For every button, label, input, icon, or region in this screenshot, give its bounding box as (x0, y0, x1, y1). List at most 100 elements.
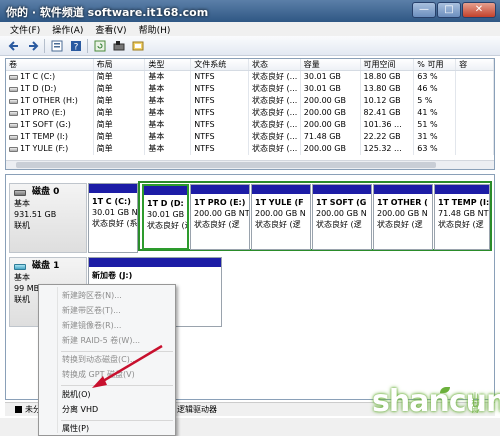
volume-cell: 13.80 GB (361, 83, 415, 95)
volume-cell (456, 83, 494, 95)
hard-disk-icon (14, 189, 26, 196)
volume-cell-text: 30.01 GB (303, 72, 341, 81)
horizontal-scrollbar[interactable] (6, 160, 494, 169)
refresh-icon[interactable] (92, 38, 107, 53)
disk-1-name: 磁盘 1 (14, 261, 82, 272)
partition-state: 状态良好 (逻 (255, 220, 301, 229)
menu-new-spanned-volume[interactable]: 新建跨区卷(N)... (62, 289, 122, 303)
volume-cell: 简单 (94, 143, 146, 155)
menu-properties[interactable]: 属性(P) (62, 422, 89, 436)
menu-action[interactable]: 操作(A) (46, 22, 89, 36)
partition-color-bar (435, 185, 489, 194)
scrollbar-thumb[interactable] (16, 162, 436, 168)
column-header-more[interactable]: 容 (456, 59, 494, 70)
menu-convert-gpt[interactable]: 转换成 GPT 磁盘(V) (62, 368, 135, 382)
volume-list[interactable]: 卷 布局 类型 文件系统 状态 容量 可用空间 % 可用 容 1T C (C:)… (5, 58, 495, 170)
column-header-type[interactable]: 类型 (145, 59, 192, 70)
volume-row[interactable]: 1T C (C:) 简单 基本 NTFS 状态良好 (... 30.01 GB 18.80 … (6, 71, 494, 83)
volume-cell-text: 1T C (C:) (20, 72, 56, 81)
volume-cell: 51 % (414, 119, 457, 131)
volume-cell-text: 41 % (417, 108, 438, 117)
partition-g[interactable]: 1T SOFT (G 200.00 GB N 状态良好 (逻 (312, 184, 372, 250)
partition-name: 1T PRO (E:) (194, 198, 246, 207)
disk-0-label[interactable]: 磁盘 0 基本 931.51 GB 联机 (9, 183, 87, 253)
partition-name: 1T OTHER ( (377, 198, 428, 207)
help-icon[interactable]: ? (68, 38, 83, 53)
volume-cell-text: 1T SOFT (G:) (20, 120, 71, 129)
menu-help[interactable]: 帮助(H) (133, 22, 177, 36)
volume-cell: 200.00 GB (301, 143, 361, 155)
volume-row[interactable]: 1T YULE (F:) 简单 基本 NTFS 状态良好 (... 200.00 GB 12… (6, 143, 494, 155)
volume-cell-text: 46 % (417, 84, 438, 93)
partition-h[interactable]: 1T OTHER ( 200.00 GB N 状态良好 (逻 (373, 184, 433, 250)
volume-cell: 基本 (145, 83, 192, 95)
column-header-free-space[interactable]: 可用空间 (361, 59, 415, 70)
volume-row[interactable]: 1T TEMP (I:) 简单 基本 NTFS 状态良好 (... 71.48 GB 22.… (6, 131, 494, 143)
partition-name: 1T TEMP (I: (438, 198, 490, 207)
volume-cell-text: 状态良好 (... (251, 96, 298, 105)
volume-cell: 状态良好 (... (249, 95, 301, 107)
volume-cell-text: 30.01 GB (303, 84, 341, 93)
volume-cell-text: 13.80 GB (363, 84, 401, 93)
column-header-status[interactable]: 状态 (249, 59, 301, 70)
volume-cell: 22.22 GB (361, 131, 415, 143)
volume-cell-text: 200.00 GB (303, 96, 346, 105)
column-header-layout[interactable]: 布局 (94, 59, 146, 70)
context-menu: 新建跨区卷(N)... 新建带区卷(T)... 新建镜像卷(R)... 新建 R… (38, 284, 176, 436)
volume-cell-text: 状态良好 (... (251, 144, 298, 153)
volume-cell-text: 基本 (148, 132, 165, 141)
menu-convert-dynamic[interactable]: 转换到动态磁盘(C)... (62, 353, 137, 367)
partition-f[interactable]: 1T YULE (F 200.00 GB N 状态良好 (逻 (251, 184, 311, 250)
partition-e[interactable]: 1T PRO (E:) 200.00 GB NT 状态良好 (逻 (190, 184, 250, 250)
volume-drive-icon (9, 110, 18, 116)
volume-cell-text: 200.00 GB (303, 120, 346, 129)
export-icon[interactable] (130, 38, 145, 53)
maximize-button[interactable]: □ (437, 2, 461, 18)
menu-file[interactable]: 文件(F) (4, 22, 46, 36)
volume-row[interactable]: 1T OTHER (H:) 简单 基本 NTFS 状态良好 (... 200.00 GB 1… (6, 95, 494, 107)
partition-name: 新加卷 (J:) (92, 271, 133, 280)
partition-size: 200.00 GB N (255, 209, 306, 218)
volume-cell: 1T OTHER (H:) (6, 95, 94, 107)
disk-1-title: 磁盘 1 (32, 261, 60, 271)
toolbar-divider (87, 38, 88, 53)
volume-cell: 基本 (145, 107, 192, 119)
volume-row[interactable]: 1T D (D:) 简单 基本 NTFS 状态良好 (... 30.01 GB 13.80 … (6, 83, 494, 95)
connect-disk-icon[interactable] (111, 38, 126, 53)
volume-cell-text: 基本 (148, 144, 165, 153)
close-button[interactable]: ✕ (462, 2, 496, 18)
column-header-filesystem[interactable]: 文件系统 (191, 59, 249, 70)
minimize-button[interactable]: — (412, 2, 436, 18)
volume-cell-text: 基本 (148, 96, 165, 105)
menu-new-raid5-volume[interactable]: 新建 RAID-5 卷(W)... (62, 334, 140, 348)
partition-c[interactable]: 1T C (C:) 30.01 GB NT 状态良好 (系 (88, 183, 138, 253)
menu-view[interactable]: 查看(V) (89, 22, 132, 36)
forward-icon[interactable] (25, 38, 40, 53)
volume-drive-icon (9, 122, 18, 128)
column-header-percent-free[interactable]: % 可用 (414, 59, 457, 70)
partition-size: 71.48 GB NT (438, 209, 489, 218)
partition-d[interactable]: 1T D (D: 30.01 GB N 状态良好 (逻 (142, 184, 189, 250)
back-icon[interactable] (6, 38, 21, 53)
properties-icon[interactable] (49, 38, 64, 53)
volume-cell: 1T SOFT (G:) (6, 119, 94, 131)
volume-cell: 基本 (145, 143, 192, 155)
partition-size: 200.00 GB NT (194, 209, 250, 218)
partition-color-bar (144, 186, 187, 195)
partition-i[interactable]: 1T TEMP (I: 71.48 GB NT 状态良好 (逻 (434, 184, 490, 250)
menu-offline[interactable]: 脱机(O) (62, 388, 91, 402)
column-header-volume[interactable]: 卷 (6, 59, 94, 70)
watermark-subtext: 山村网 (471, 392, 479, 413)
volume-cell: 1T TEMP (I:) (6, 131, 94, 143)
menu-new-striped-volume[interactable]: 新建带区卷(T)... (62, 304, 121, 318)
volume-row[interactable]: 1T SOFT (G:) 简单 基本 NTFS 状态良好 (... 200.00 GB 10… (6, 119, 494, 131)
volume-row[interactable]: 1T PRO (E:) 简单 基本 NTFS 状态良好 (... 200.00 GB 82.… (6, 107, 494, 119)
volume-cell (456, 143, 494, 155)
volume-cell-text: 基本 (148, 84, 165, 93)
column-header-capacity[interactable]: 容量 (301, 59, 361, 70)
menu-separator (61, 385, 173, 386)
volume-cell: 200.00 GB (301, 107, 361, 119)
menu-new-mirrored-volume[interactable]: 新建镜像卷(R)... (62, 319, 121, 333)
menu-detach-vhd[interactable]: 分离 VHD (62, 403, 98, 417)
volume-cell-text: 简单 (96, 144, 113, 153)
